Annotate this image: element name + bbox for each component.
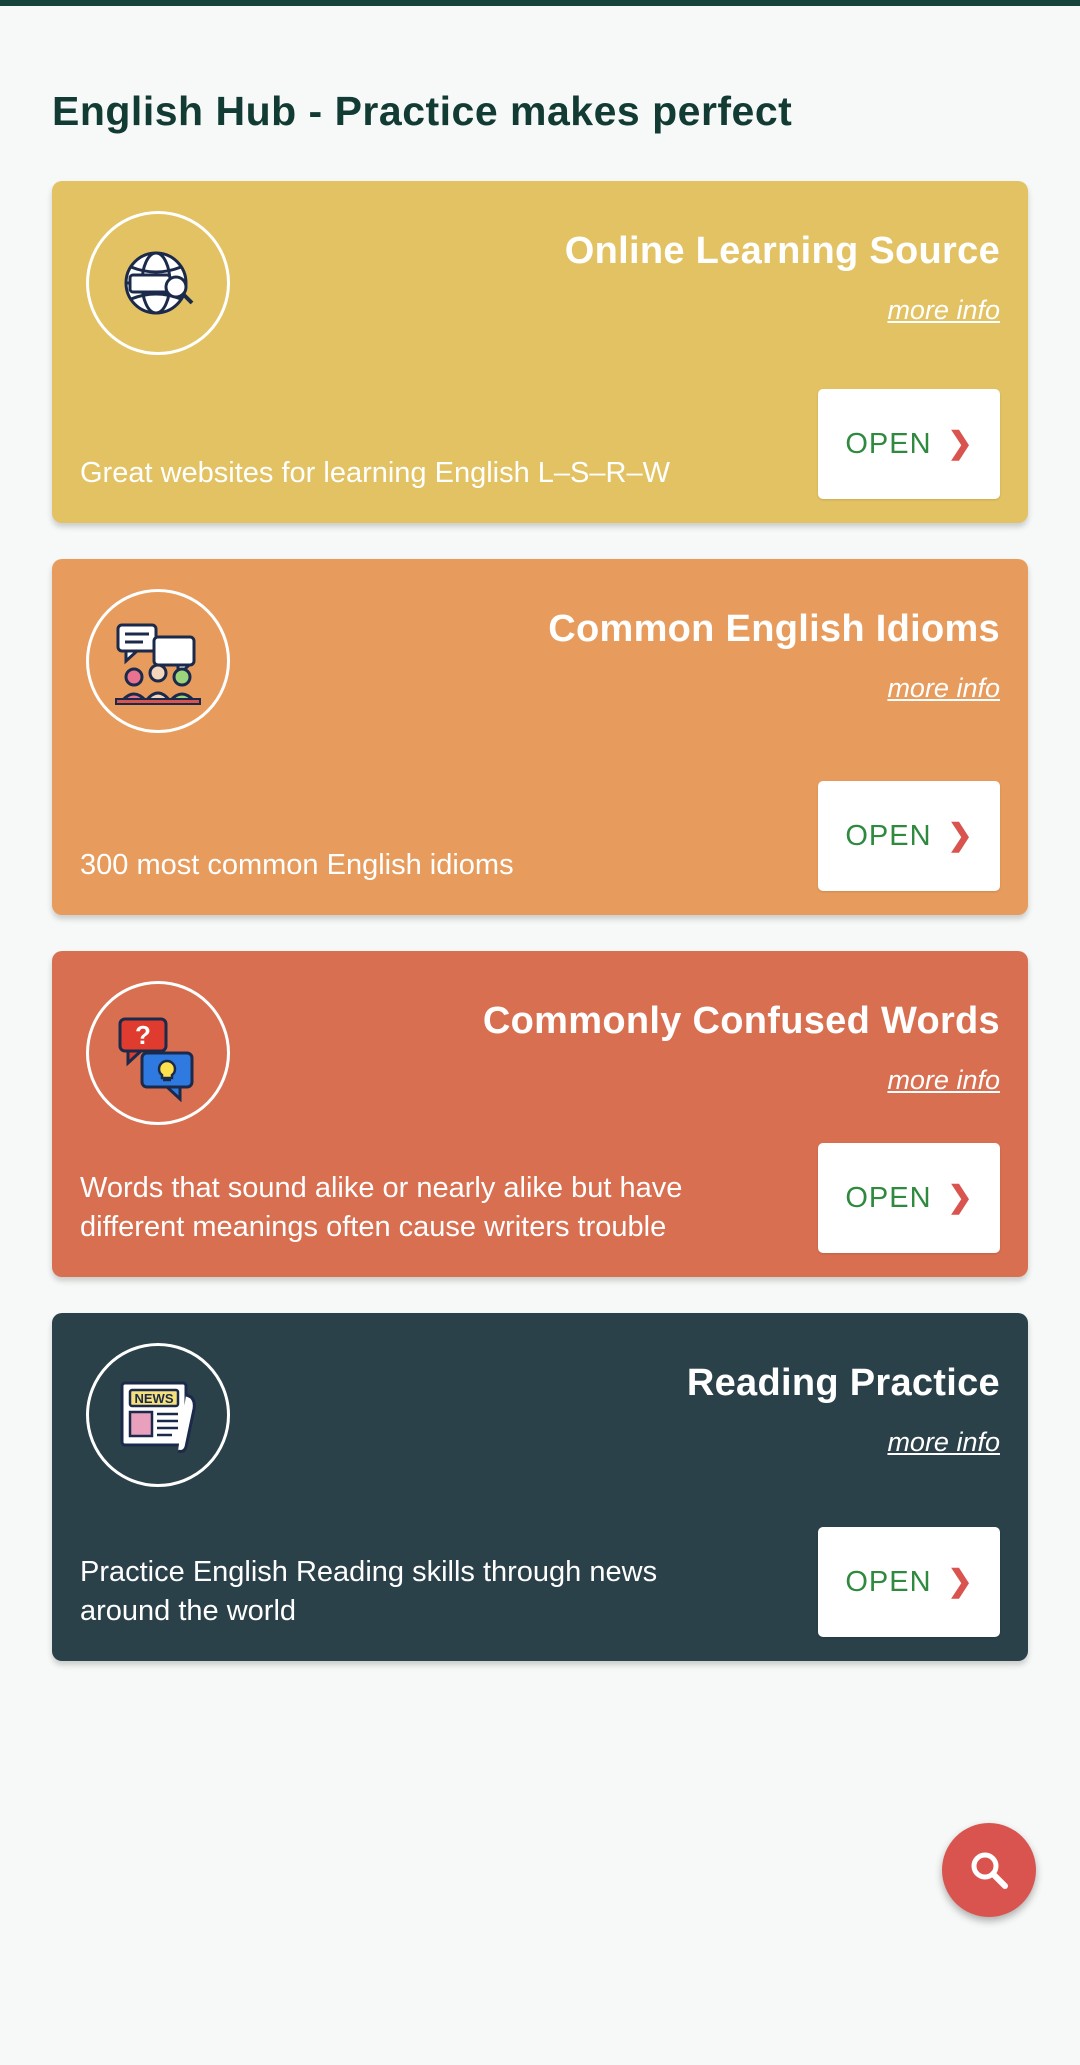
avatar — [86, 211, 230, 355]
card-description: Great websites for learning English L–S–… — [80, 456, 670, 489]
globe-search-icon — [124, 251, 194, 315]
chevron-right-icon: ❯ — [947, 427, 973, 460]
open-button-label: OPEN — [845, 427, 932, 460]
open-button-label: OPEN — [845, 819, 932, 852]
card-header: Online Learning Source more info — [80, 207, 1000, 355]
card-header: Common English Idioms more info — [80, 585, 1000, 733]
card-header: NEWS Reading Practice more info — [80, 1339, 1000, 1487]
card-header-text: Common English Idioms more info — [548, 585, 1000, 704]
card-title: Commonly Confused Words — [482, 1000, 1000, 1042]
open-button[interactable]: OPEN ❯ — [818, 389, 1000, 499]
svg-text:NEWS: NEWS — [135, 1391, 174, 1406]
card-description: Practice English Reading skills through … — [80, 1555, 658, 1627]
card-title: Online Learning Source — [564, 230, 1000, 272]
card-header-text: Commonly Confused Words more info — [483, 977, 1000, 1096]
more-info-link[interactable]: more info — [887, 295, 1000, 326]
more-info-link[interactable]: more info — [887, 1427, 1000, 1458]
card-header-text: Reading Practice more info — [687, 1339, 1000, 1458]
avatar — [86, 589, 230, 733]
card-footer: Great websites for learning English L–S–… — [80, 389, 1000, 499]
page-title: English Hub - Practice makes perfect — [52, 88, 793, 134]
page-content: English Hub - Practice makes perfect Onl… — [0, 88, 1080, 1661]
search-fab-button[interactable] — [942, 1823, 1036, 1917]
search-icon — [971, 1852, 1008, 1889]
card-header-text: Online Learning Source more info — [565, 207, 1000, 326]
open-button-label: OPEN — [845, 1181, 932, 1214]
card-online-learning-source[interactable]: Online Learning Source more info Great w… — [52, 181, 1028, 523]
card-commonly-confused-words[interactable]: ? Commonly Confused Words more info Word… — [52, 951, 1028, 1277]
svg-text:?: ? — [135, 1020, 151, 1050]
card-description: Words that sound alike or nearly alike b… — [80, 1171, 683, 1243]
open-button[interactable]: OPEN ❯ — [818, 781, 1000, 891]
chevron-right-icon: ❯ — [947, 819, 973, 852]
card-description: 300 most common English idioms — [80, 848, 514, 881]
chevron-right-icon: ❯ — [947, 1565, 973, 1598]
card-reading-practice[interactable]: NEWS Reading Practice more info Practice… — [52, 1313, 1028, 1661]
status-top-bar — [0, 0, 1080, 6]
open-button[interactable]: OPEN ❯ — [818, 1143, 1000, 1253]
open-button[interactable]: OPEN ❯ — [818, 1527, 1000, 1637]
more-info-link[interactable]: more info — [887, 673, 1000, 704]
chevron-right-icon: ❯ — [947, 1181, 973, 1214]
card-footer: Words that sound alike or nearly alike b… — [80, 1143, 1000, 1253]
speech-bubbles-people-icon — [115, 623, 201, 705]
card-footer: Practice English Reading skills through … — [80, 1527, 1000, 1637]
avatar: NEWS — [86, 1343, 230, 1487]
card-title: Reading Practice — [686, 1362, 1000, 1404]
more-info-link[interactable]: more info — [887, 1065, 1000, 1096]
card-common-english-idioms[interactable]: Common English Idioms more info 300 most… — [52, 559, 1028, 915]
card-title: Common English Idioms — [548, 608, 1000, 650]
question-idea-bubbles-icon: ? — [118, 1017, 194, 1103]
newspaper-icon: NEWS — [120, 1381, 196, 1453]
avatar: ? — [86, 981, 230, 1125]
card-header: ? Commonly Confused Words more info — [80, 977, 1000, 1125]
open-button-label: OPEN — [845, 1565, 932, 1598]
card-footer: 300 most common English idioms OPEN ❯ — [80, 781, 1000, 891]
